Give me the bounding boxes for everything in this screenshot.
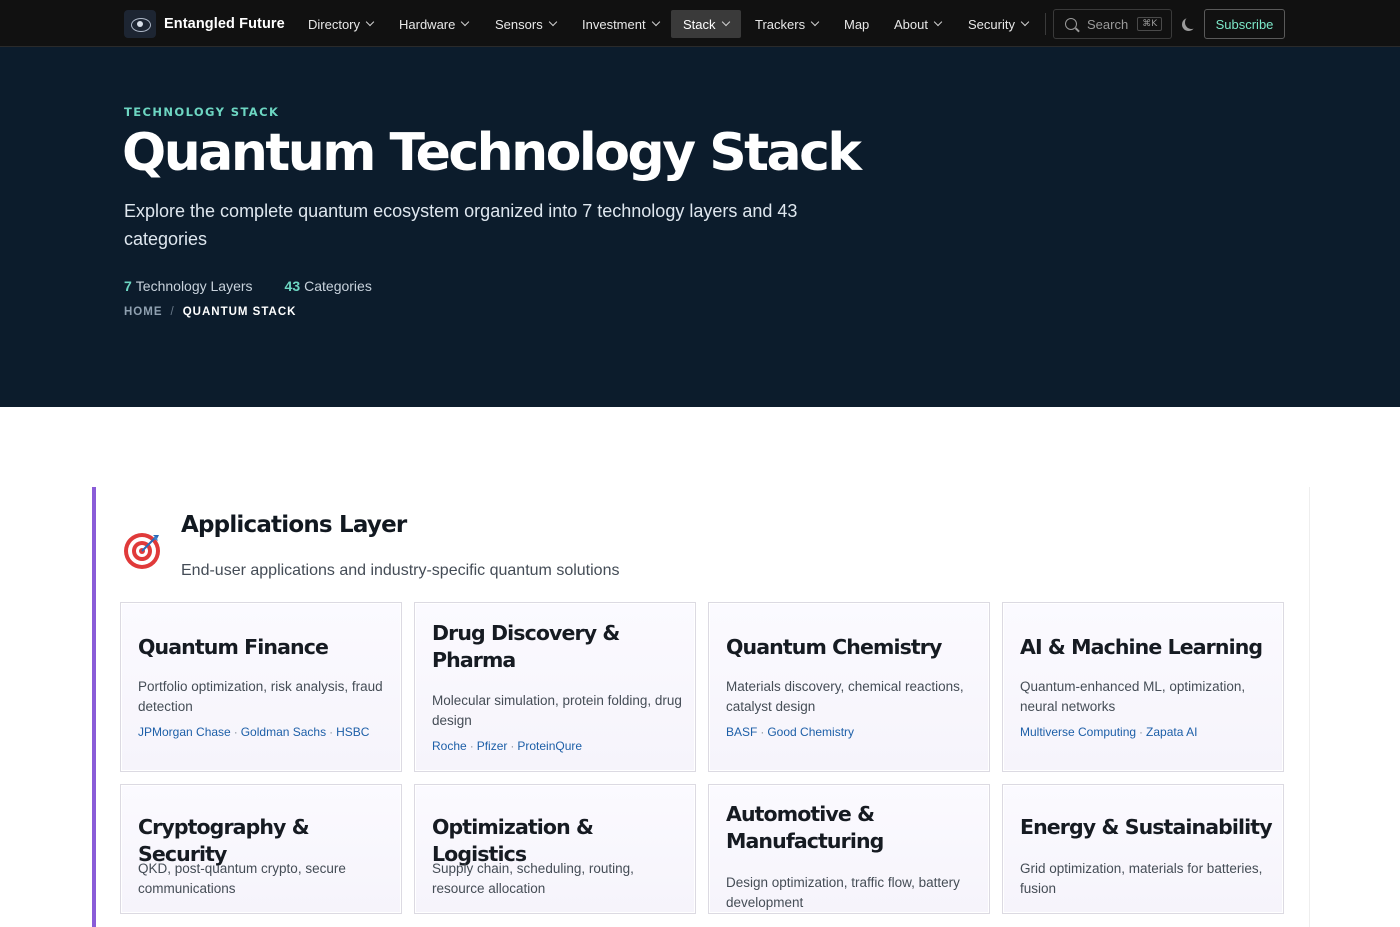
separator-dot: · [329, 725, 334, 739]
chevron-down-icon [721, 17, 730, 27]
nav-item-map[interactable]: Map [832, 10, 881, 38]
nav-divider [1045, 13, 1046, 35]
search-button[interactable]: Search ⌘K [1053, 9, 1172, 39]
nav-label: Security [968, 16, 1015, 32]
search-label: Search [1087, 16, 1129, 32]
hero-section: TECHNOLOGY STACK Quantum Technology Stac… [0, 47, 1400, 407]
separator-dot: · [1139, 725, 1144, 739]
card-description: Supply chain, scheduling, routing, resou… [432, 861, 634, 896]
page-title: Quantum Technology Stack [122, 123, 862, 183]
target-icon [124, 533, 160, 569]
card-companies: BASF · Good Chemistry [726, 725, 854, 739]
nav-item-investment[interactable]: Investment [570, 10, 671, 38]
company-link[interactable]: HSBC [336, 725, 369, 739]
company-link[interactable]: Multiverse Computing [1020, 725, 1136, 739]
separator-dot: · [469, 739, 474, 753]
company-link[interactable]: JPMorgan Chase [138, 725, 231, 739]
nav-label: Directory [308, 16, 361, 32]
nav-label: Trackers [755, 16, 806, 32]
chevron-down-icon [365, 17, 375, 27]
category-card-quantum-finance[interactable]: Quantum Finance Portfolio optimization, … [120, 602, 402, 772]
card-title: Automotive & Manufacturing [726, 802, 884, 853]
card-description: Materials discovery, chemical reactions,… [726, 679, 964, 714]
company-link[interactable]: Zapata AI [1146, 725, 1197, 739]
separator-dot: · [510, 739, 515, 753]
moon-icon[interactable] [1185, 16, 1198, 29]
card-companies: JPMorgan Chase · Goldman Sachs · HSBC [138, 725, 369, 739]
stat-value: 7 [124, 278, 132, 294]
category-card-cryptography-security[interactable]: Cryptography & Security QKD, post-quantu… [120, 784, 402, 914]
search-icon [1065, 18, 1077, 30]
card-description: QKD, post-quantum crypto, secure communi… [138, 861, 346, 896]
category-card-drug-discovery[interactable]: Drug Discovery & Pharma Molecular simula… [414, 602, 696, 772]
breadcrumb-separator: / [170, 306, 175, 318]
nav-item-about[interactable]: About [882, 10, 953, 38]
brand-link[interactable]: Entangled Future [124, 10, 285, 38]
category-card-optimization-logistics[interactable]: Optimization & Logistics Supply chain, s… [414, 784, 696, 914]
nav-item-security[interactable]: Security [956, 10, 1040, 38]
category-card-automotive-manufacturing[interactable]: Automotive & Manufacturing Design optimi… [708, 784, 990, 914]
stat-value: 43 [284, 278, 301, 294]
card-description: Grid optimization, materials for batteri… [1020, 861, 1263, 896]
nav-label: Hardware [399, 16, 456, 32]
brand-name: Entangled Future [164, 16, 285, 32]
chevron-down-icon [810, 17, 820, 27]
chevron-down-icon [461, 17, 470, 27]
nav-label: Stack [683, 16, 716, 32]
card-title: Energy & Sustainability [1020, 815, 1273, 839]
hero-subtitle: Explore the complete quantum ecosystem o… [124, 201, 798, 249]
card-description: Design optimization, traffic flow, batte… [726, 875, 960, 910]
nav-item-sensors[interactable]: Sensors [483, 10, 568, 38]
hero-eyebrow: TECHNOLOGY STACK [124, 105, 280, 119]
search-shortcut: ⌘K [1137, 17, 1163, 31]
company-link[interactable]: Goldman Sachs [241, 725, 326, 739]
stat-categories: 43 Categories [285, 278, 372, 294]
atom-logo-icon [124, 10, 156, 38]
chevron-down-icon [933, 17, 943, 27]
chevron-down-icon [548, 17, 557, 27]
company-link[interactable]: Pfizer [477, 739, 508, 753]
nav-item-hardware[interactable]: Hardware [387, 10, 480, 38]
stat-label: Categories [304, 278, 372, 294]
nav-item-directory[interactable]: Directory [296, 10, 385, 38]
category-card-energy-sustainability[interactable]: Energy & Sustainability Grid optimizatio… [1002, 784, 1284, 914]
company-link[interactable]: BASF [726, 725, 757, 739]
card-description: Quantum-enhanced ML, optimization, neura… [1020, 679, 1246, 714]
category-card-ai-machine-learning[interactable]: AI & Machine Learning Quantum-enhanced M… [1002, 602, 1284, 772]
card-companies: Multiverse Computing · Zapata AI [1020, 725, 1197, 739]
nav-label: Sensors [495, 16, 543, 32]
chevron-down-icon [651, 17, 660, 27]
company-link[interactable]: Good Chemistry [767, 725, 854, 739]
company-link[interactable]: Roche [432, 739, 467, 753]
subscribe-button[interactable]: Subscribe [1204, 9, 1285, 39]
nav-label: Map [844, 16, 870, 32]
company-link[interactable]: ProteinQure [517, 739, 582, 753]
card-companies: Roche · Pfizer · ProteinQure [432, 739, 582, 753]
card-title: Quantum Finance [138, 635, 329, 659]
nav-label: Investment [582, 16, 646, 32]
category-card-quantum-chemistry[interactable]: Quantum Chemistry Materials discovery, c… [708, 602, 990, 772]
card-title: Quantum Chemistry [726, 635, 942, 659]
breadcrumb-current: QUANTUM STACK [182, 306, 297, 318]
stat-layers: 7 Technology Layers [124, 278, 253, 294]
nav-item-trackers[interactable]: Trackers [743, 10, 830, 38]
card-description: Molecular simulation, protein folding, d… [432, 693, 682, 728]
breadcrumb: HOME / QUANTUM STACK [124, 306, 296, 318]
separator-dot: · [233, 725, 238, 739]
card-title: AI & Machine Learning [1020, 635, 1263, 659]
hero-stats: 7 Technology Layers 43 Categories [124, 278, 404, 294]
card-title: Drug Discovery & Pharma [432, 621, 620, 672]
breadcrumb-home-link[interactable]: HOME [124, 306, 163, 318]
card-description: Portfolio optimization, risk analysis, f… [138, 679, 383, 714]
chevron-down-icon [1020, 17, 1030, 27]
separator-dot: · [760, 725, 765, 739]
nav-item-stack[interactable]: Stack [671, 10, 741, 38]
nav-label: About [894, 16, 928, 32]
layer-title: Applications Layer [181, 512, 407, 538]
stat-label: Technology Layers [135, 278, 253, 294]
layer-description: End-user applications and industry-speci… [181, 562, 620, 579]
top-navbar: Entangled Future Directory Hardware Sens… [0, 0, 1400, 47]
